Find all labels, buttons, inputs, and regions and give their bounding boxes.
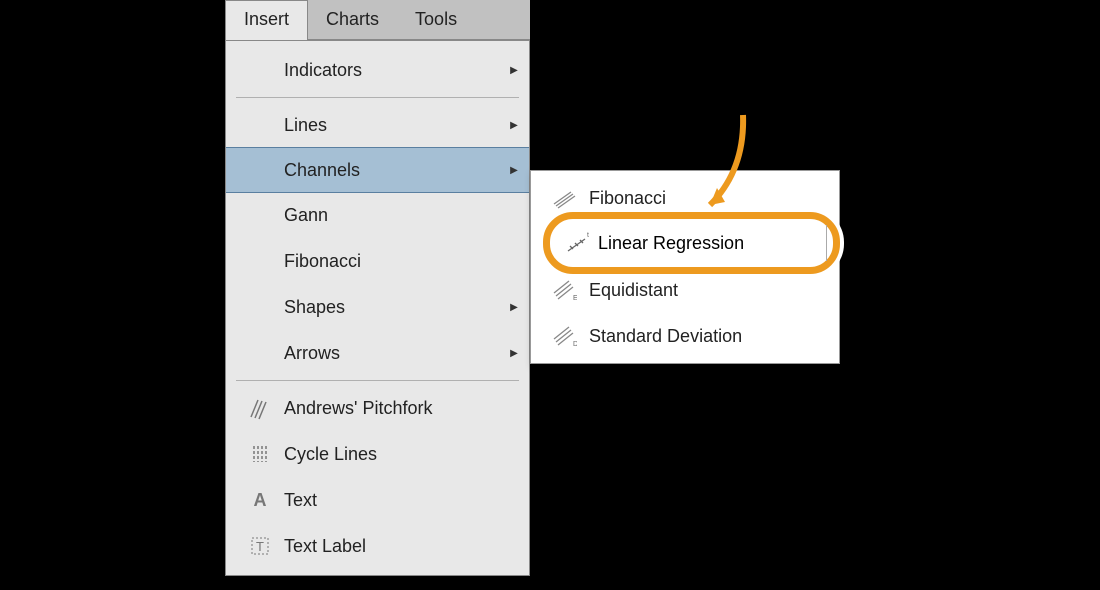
svg-text:T: T: [256, 539, 264, 554]
svg-text:A: A: [254, 490, 267, 510]
channel-e-icon: E: [541, 278, 589, 302]
diagonal-lines-icon: [236, 396, 284, 420]
svg-text:D: D: [573, 341, 577, 348]
svg-text:E: E: [573, 295, 577, 302]
menu-indicators[interactable]: Indicators ▶: [226, 47, 529, 93]
menu-label: Shapes: [284, 297, 499, 318]
menu-shapes[interactable]: Shapes ▶: [226, 284, 529, 330]
menu-andrews-pitchfork[interactable]: Andrews' Pitchfork: [226, 385, 529, 431]
channel-d-icon: D: [541, 324, 589, 348]
channel-lines-icon: [541, 186, 589, 210]
letter-a-icon: A: [236, 488, 284, 512]
submenu-arrow-icon: ▶: [499, 165, 529, 176]
boxed-t-icon: T: [236, 534, 284, 558]
menu-label: Lines: [284, 115, 499, 136]
menu-separator: [236, 97, 519, 98]
menu-cycle-lines[interactable]: Cycle Lines: [226, 431, 529, 477]
menu-label: Gann: [284, 205, 499, 226]
insert-dropdown: Indicators ▶ Lines ▶ Channels ▶ Gann Fib…: [225, 40, 530, 576]
callout-arrow-icon: [635, 110, 755, 225]
menubar-insert[interactable]: Insert: [225, 0, 308, 39]
vertical-lines-icon: [236, 442, 284, 466]
menu-text[interactable]: A Text: [226, 477, 529, 523]
menubar-charts[interactable]: Charts: [308, 0, 397, 39]
menubar-tools[interactable]: Tools: [397, 0, 475, 39]
submenu-arrow-icon: ▶: [499, 120, 529, 131]
callout-label: Linear Regression: [598, 233, 744, 254]
menu-label: Text: [284, 490, 529, 511]
svg-text:t: t: [587, 232, 589, 239]
menu-arrows[interactable]: Arrows ▶: [226, 330, 529, 376]
submenu-label: Equidistant: [589, 280, 678, 301]
menu-label: Channels: [284, 160, 499, 181]
menu-separator: [236, 380, 519, 381]
menu-label: Arrows: [284, 343, 499, 364]
menu-fibonacci[interactable]: Fibonacci: [226, 238, 529, 284]
menu-label: Text Label: [284, 536, 529, 557]
menu-label: Cycle Lines: [284, 444, 529, 465]
submenu-label: Standard Deviation: [589, 326, 742, 347]
submenu-arrow-icon: ▶: [499, 65, 529, 76]
menu-label: Andrews' Pitchfork: [284, 398, 529, 419]
submenu-arrow-icon: ▶: [499, 348, 529, 359]
menu-label: Indicators: [284, 60, 499, 81]
menu-channels[interactable]: Channels ▶: [226, 147, 529, 193]
menu-label: Fibonacci: [284, 251, 499, 272]
regression-icon: t: [556, 231, 598, 255]
submenu-arrow-icon: ▶: [499, 302, 529, 313]
menu-lines[interactable]: Lines ▶: [226, 102, 529, 148]
menubar: Insert Charts Tools: [225, 0, 530, 40]
submenu-standard-deviation[interactable]: D Standard Deviation: [531, 313, 839, 359]
menu-gann[interactable]: Gann: [226, 192, 529, 238]
menu-text-label[interactable]: T Text Label: [226, 523, 529, 569]
